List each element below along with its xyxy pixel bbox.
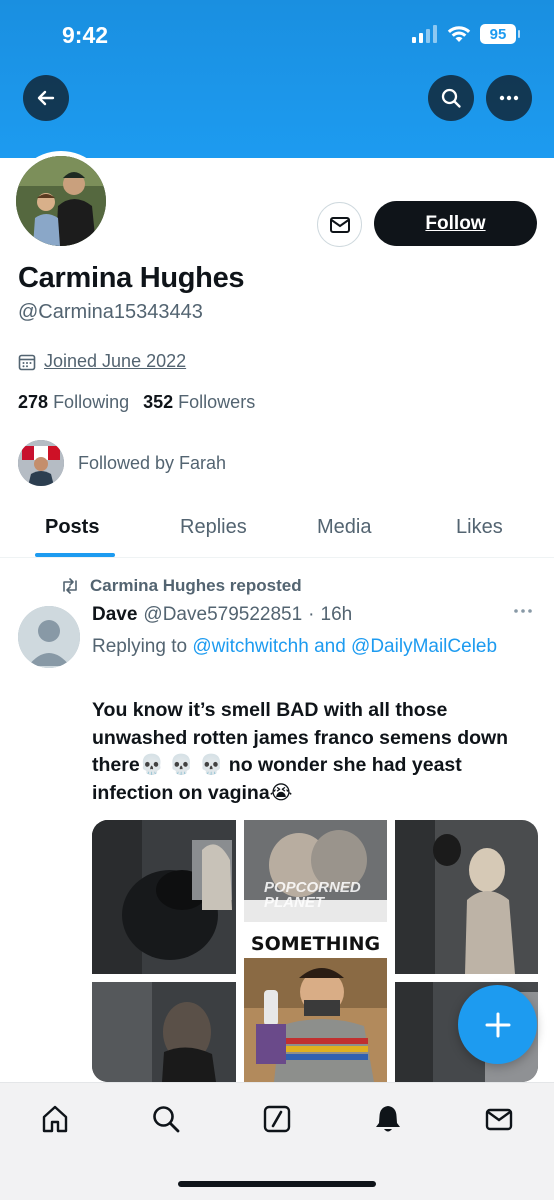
followers-label: Followers <box>178 392 256 412</box>
post-text: You know it’s smell BAD with all those u… <box>92 699 509 804</box>
nav-home[interactable] <box>37 1101 73 1137</box>
repost-icon <box>63 578 77 594</box>
follow-button[interactable]: Follow <box>374 201 537 246</box>
grok-icon <box>263 1105 291 1133</box>
repost-indicator: Carmina Hughes reposted <box>60 576 302 596</box>
tab-posts[interactable]: Posts <box>45 516 99 539</box>
wifi-icon <box>447 26 471 42</box>
mail-icon <box>485 1108 513 1131</box>
following-link[interactable]: 278 Following <box>18 392 129 413</box>
profile-handle: @Carmina15343443 <box>18 301 203 323</box>
status-icons: 95 <box>412 24 520 44</box>
more-icon <box>514 609 532 613</box>
media-image[interactable]: POPCORNED PLANET <box>244 820 387 922</box>
post-author-avatar[interactable] <box>18 606 80 668</box>
replying-prefix: Replying to <box>92 636 188 657</box>
tab-replies[interactable]: Replies <box>180 516 247 539</box>
tab-likes[interactable]: Likes <box>456 516 503 539</box>
back-button[interactable] <box>23 75 69 121</box>
search-icon <box>441 88 461 108</box>
nav-grok[interactable] <box>259 1101 295 1137</box>
nav-search[interactable] <box>148 1101 184 1137</box>
following-label: Following <box>53 392 130 412</box>
joined-date: Joined June 2022 <box>18 351 186 372</box>
media-image[interactable] <box>92 982 236 1082</box>
reply-and-link[interactable]: and <box>314 636 346 657</box>
profile-avatar[interactable] <box>11 151 111 251</box>
replying-to: Replying to @witchwitchh and @DailyMailC… <box>92 632 512 662</box>
tab-media[interactable]: Media <box>317 516 371 539</box>
media-image[interactable] <box>395 820 538 974</box>
post-separator: · <box>308 604 315 625</box>
followers-count: 352 <box>143 392 174 412</box>
joined-date-text: Joined June 2022 <box>44 351 187 371</box>
search-button[interactable] <box>428 75 474 121</box>
following-count: 278 <box>18 392 49 412</box>
post-author-handle[interactable]: @Dave579522851 <box>143 604 302 626</box>
followed-by[interactable]: Followed by Farah <box>18 440 226 486</box>
home-icon <box>42 1105 68 1133</box>
status-time: 9:42 <box>62 22 109 48</box>
followers-link[interactable]: 352 Followers <box>143 392 255 413</box>
post-more-button[interactable] <box>512 604 534 622</box>
mail-icon <box>329 216 350 233</box>
follower-avatar <box>18 440 64 486</box>
watermark-text: POPCORNED PLANET <box>264 879 361 911</box>
profile-tabs: Posts Replies Media Likes <box>0 500 554 558</box>
profile-name: Carmina Hughes <box>18 262 245 294</box>
repost-text: Carmina Hughes reposted <box>90 576 302 595</box>
media-image[interactable] <box>92 820 236 974</box>
reply-handle-link[interactable]: @witchwitchh <box>192 636 308 657</box>
reply-handle-link[interactable]: @DailyMailCeleb <box>351 636 497 657</box>
compose-button[interactable] <box>458 985 537 1064</box>
media-image[interactable]: SOMETHING <box>244 930 387 1082</box>
nav-messages[interactable] <box>481 1101 517 1137</box>
meme-caption: SOMETHING <box>244 930 387 958</box>
battery-indicator: 95 <box>480 24 520 44</box>
post-header: Dave @Dave579522851 · 16h <box>92 604 352 626</box>
post-author-name[interactable]: Dave <box>92 604 137 626</box>
search-icon <box>153 1106 180 1133</box>
post-time[interactable]: 16h <box>321 604 353 626</box>
bell-icon <box>376 1106 400 1132</box>
calendar-icon <box>18 354 36 370</box>
followed-by-text: Followed by Farah <box>78 452 227 473</box>
more-icon <box>499 95 519 101</box>
active-tab-indicator <box>35 553 115 557</box>
back-arrow-icon <box>37 90 55 106</box>
signal-icon <box>412 25 437 43</box>
more-options-button[interactable] <box>486 75 532 121</box>
home-indicator <box>178 1181 376 1187</box>
message-button[interactable] <box>317 202 362 247</box>
nav-notifications[interactable] <box>370 1101 406 1137</box>
plus-icon <box>485 1012 510 1037</box>
follow-stats: 278 Following 352 Followers <box>18 392 255 413</box>
